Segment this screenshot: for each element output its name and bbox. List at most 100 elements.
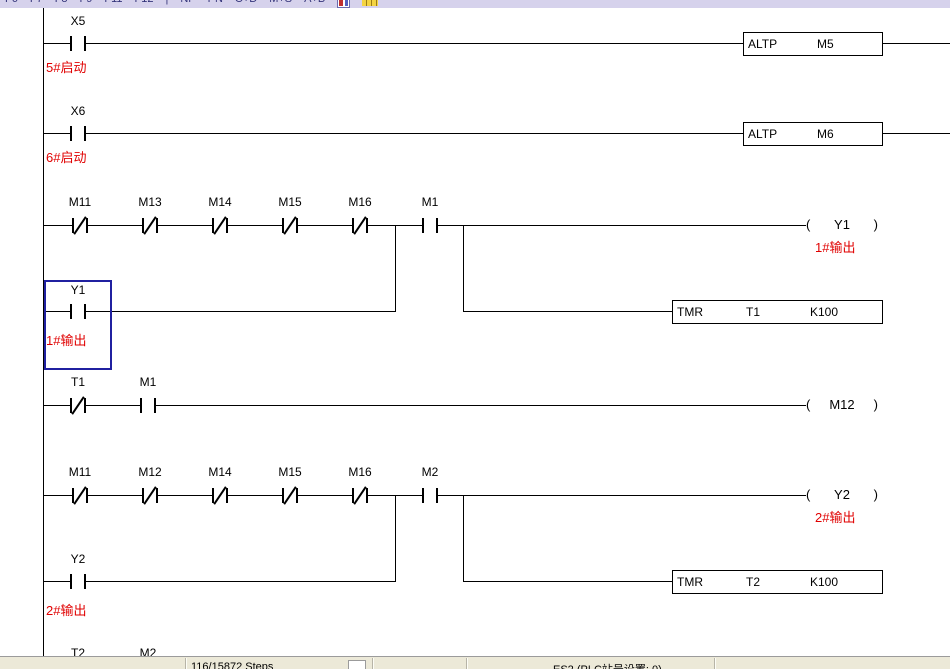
contact-bar	[296, 218, 298, 233]
wire-h	[43, 581, 395, 582]
toolbar-button-ab[interactable]: A+B	[304, 0, 325, 5]
coil-name: Y2	[806, 487, 878, 502]
contact-m14[interactable]	[212, 218, 228, 233]
instruction-operand: K100	[810, 305, 838, 319]
instruction-op: TMR	[677, 575, 703, 589]
status-divider	[714, 658, 715, 669]
contact-m15[interactable]	[282, 488, 298, 503]
status-divider	[185, 658, 186, 669]
wire-h	[43, 43, 743, 44]
device-label: Y2	[56, 552, 100, 566]
toolbar-button-np[interactable]: NP	[180, 0, 195, 5]
wire-v-branch	[395, 495, 396, 582]
status-steps: 116/15872 Steps	[191, 661, 273, 669]
nc-slash	[73, 486, 86, 505]
contact-m11[interactable]	[72, 488, 88, 503]
coil-y2[interactable]: ( Y2 )	[806, 486, 878, 504]
contact-m15[interactable]	[282, 218, 298, 233]
contact-bar	[366, 488, 368, 503]
toolbar-button-f6[interactable]: F6	[5, 0, 18, 5]
nc-slash	[283, 486, 296, 505]
contact-bar	[422, 218, 424, 233]
toolbar-button-ms[interactable]: M+S	[269, 0, 292, 5]
contact-m16[interactable]	[352, 218, 368, 233]
device-comment: 2#输出	[46, 600, 86, 619]
device-comment: 2#输出	[815, 507, 855, 526]
toolbar-separator: |	[165, 0, 168, 5]
program-monitor-icon[interactable]	[337, 0, 350, 8]
contact-bar	[84, 574, 86, 589]
wire-h	[43, 405, 807, 406]
toolbar-button-f12[interactable]: F12	[135, 0, 154, 5]
contact-m12[interactable]	[142, 488, 158, 503]
toolbar-button-f11[interactable]: F11	[104, 0, 122, 5]
instruction-box-tmr-t1[interactable]: TMR T1 K100	[672, 300, 883, 324]
contact-bar	[84, 126, 86, 141]
status-divider	[466, 658, 467, 669]
contact-x6[interactable]	[70, 126, 86, 141]
wire-h	[43, 133, 743, 134]
device-label: M11	[58, 465, 102, 479]
contact-bar	[226, 488, 228, 503]
contact-bar	[70, 126, 72, 141]
device-label: X6	[56, 104, 100, 118]
toolbar-button-f7[interactable]: F7	[30, 0, 43, 5]
nc-slash	[353, 216, 366, 235]
toolbar-button-cd[interactable]: C+D	[235, 0, 257, 5]
status-divider	[372, 658, 373, 669]
instruction-box-altp-m6[interactable]: ALTP M6	[743, 122, 883, 146]
toolbar-button-f8[interactable]: F8	[55, 0, 68, 5]
contact-bar	[70, 36, 72, 51]
device-comment: 6#启动	[46, 147, 86, 166]
toolbar-button-f9[interactable]: F9	[80, 0, 93, 5]
instruction-op: ALTP	[748, 37, 777, 51]
toolbar-button-pn[interactable]: PN	[208, 0, 223, 5]
contact-m16[interactable]	[352, 488, 368, 503]
coil-name: M12	[806, 397, 878, 412]
wire-h	[881, 43, 950, 44]
contact-x5[interactable]	[70, 36, 86, 51]
contact-bar	[366, 218, 368, 233]
coil-y1[interactable]: ( Y1 )	[806, 216, 878, 234]
contact-m1[interactable]	[422, 218, 438, 233]
nc-slash	[213, 486, 226, 505]
wire-h	[881, 133, 950, 134]
contact-bar	[296, 488, 298, 503]
nc-slash	[71, 396, 84, 415]
contact-m14[interactable]	[212, 488, 228, 503]
instruction-box-tmr-t2[interactable]: TMR T2 K100	[672, 570, 883, 594]
coil-m12[interactable]: ( M12 )	[806, 396, 878, 414]
contact-bar	[154, 398, 156, 413]
contact-m11[interactable]	[72, 218, 88, 233]
device-label: M16	[338, 195, 382, 209]
device-label: M2	[408, 465, 452, 479]
contact-m2[interactable]	[422, 488, 438, 503]
wire-v-branch	[463, 225, 464, 312]
device-label: M14	[198, 195, 242, 209]
ladder-editor-window: F6 F7 F8 F9 F11 F12 | NP PN C+D M+S A+B …	[0, 0, 950, 669]
device-label: M1	[126, 375, 170, 389]
wire-h	[463, 581, 672, 582]
contact-bar	[436, 218, 438, 233]
contact-bar	[86, 218, 88, 233]
contact-bar	[70, 574, 72, 589]
overwrite-indicator[interactable]	[348, 660, 366, 669]
contact-t1[interactable]	[70, 398, 86, 413]
wire-v-branch	[395, 225, 396, 312]
contact-m13[interactable]	[142, 218, 158, 233]
nc-slash	[143, 486, 156, 505]
instruction-operand: T1	[746, 305, 760, 319]
contact-y2[interactable]	[70, 574, 86, 589]
contact-bar	[156, 218, 158, 233]
instruction-operand: T2	[746, 575, 760, 589]
coil-close-paren: )	[874, 487, 878, 502]
device-comment: 5#启动	[46, 57, 86, 76]
device-label: X5	[56, 14, 100, 28]
blocks-icon[interactable]	[362, 0, 378, 6]
instruction-box-altp-m5[interactable]: ALTP M5	[743, 32, 883, 56]
contact-m1[interactable]	[140, 398, 156, 413]
status-plc-type: ES2 (PLC站号设置: 0)	[553, 661, 662, 669]
nc-slash	[353, 486, 366, 505]
device-label: M15	[268, 195, 312, 209]
nc-slash	[143, 216, 156, 235]
